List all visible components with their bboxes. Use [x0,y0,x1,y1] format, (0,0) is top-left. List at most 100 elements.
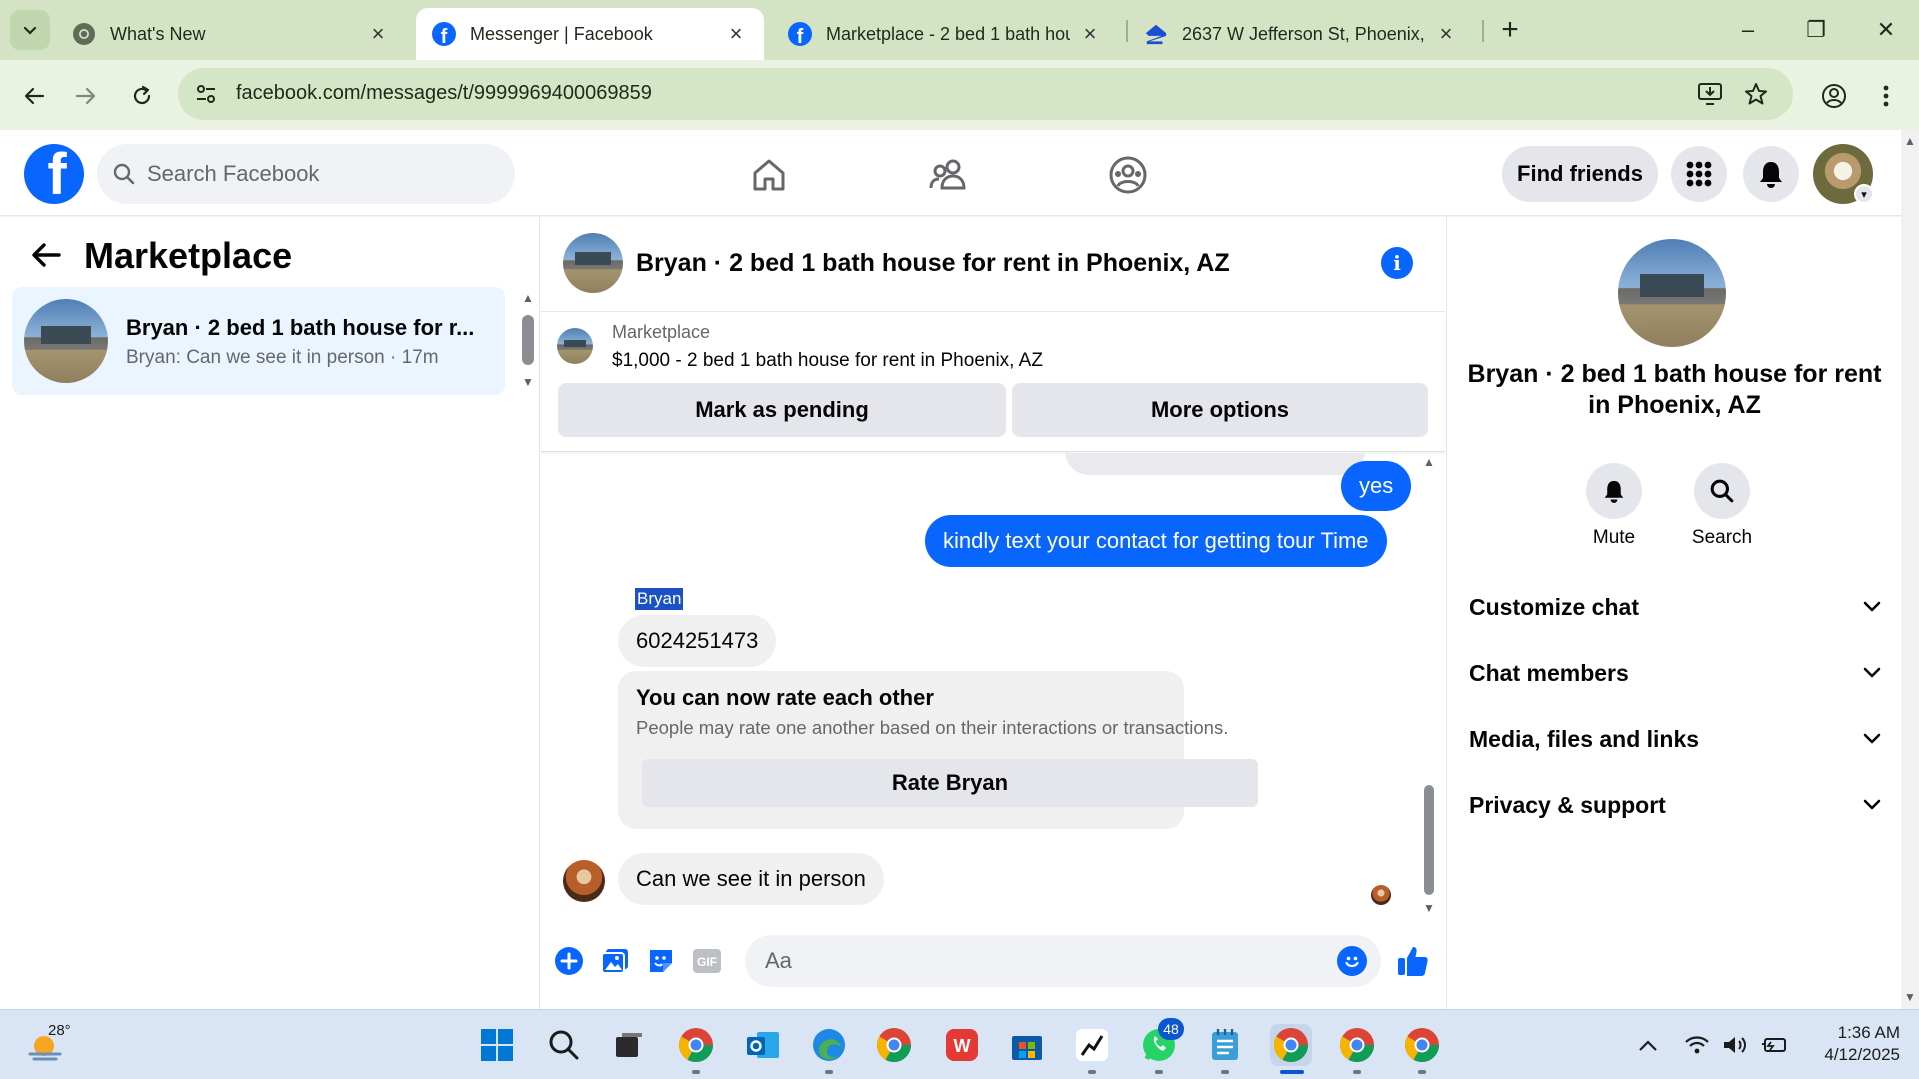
start-windows-icon[interactable] [476,1024,518,1066]
message-bubble-outgoing: yes [1341,461,1412,511]
gif-icon[interactable]: GIF [691,945,723,977]
bookmark-star-icon[interactable] [1742,80,1770,108]
privacy-support-section[interactable]: Privacy & support [1469,785,1881,825]
close-tab-icon[interactable]: × [366,21,390,46]
volume-icon[interactable] [1722,1032,1748,1058]
like-thumbs-up-icon[interactable] [1393,941,1433,981]
search-in-chat-button[interactable]: Search [1677,463,1767,549]
conversation-title[interactable]: Bryan · 2 bed 1 bath house for rent in P… [636,249,1230,278]
address-bar[interactable]: facebook.com/messages/t/9999969400069859 [178,68,1793,120]
task-view-icon[interactable] [608,1024,650,1066]
site-settings-icon[interactable] [194,82,218,106]
wps-office-icon[interactable]: W [941,1024,983,1066]
find-friends-button[interactable]: Find friends [1502,146,1658,202]
chat-members-section[interactable]: Chat members [1469,653,1881,693]
tab-zillow[interactable]: 2637 W Jefferson St, Phoenix, A × [1128,8,1474,60]
sender-avatar[interactable] [563,860,605,902]
add-attachment-icon[interactable] [553,945,585,977]
message-bubble-incoming: Can we see it in person [618,853,884,905]
back-button[interactable] [14,76,54,116]
restore-button[interactable]: ❐ [1788,10,1844,50]
scroll-down-arrow-icon[interactable]: ▼ [1902,990,1918,1004]
wifi-icon[interactable] [1684,1032,1710,1058]
friends-nav-button[interactable] [923,150,973,200]
scroll-down-arrow-icon[interactable]: ▼ [520,375,536,389]
message-input[interactable]: Aa [745,935,1381,987]
reload-button[interactable] [122,76,162,116]
photo-icon[interactable] [599,945,631,977]
sticker-icon[interactable] [645,945,677,977]
show-hidden-icons-chevron-up-icon[interactable] [1638,1032,1658,1058]
scroll-down-arrow-icon[interactable]: ▼ [1421,901,1437,915]
notifications-button[interactable] [1743,146,1799,202]
menu-button[interactable] [1671,146,1727,202]
scroll-up-arrow-icon[interactable]: ▲ [1421,455,1437,469]
listing-thumbnail[interactable] [557,328,593,364]
profile-button[interactable] [1814,76,1854,116]
search-icon[interactable] [543,1024,585,1066]
search-icon [1694,463,1750,519]
chrome-icon[interactable] [873,1024,915,1066]
browser-menu-button[interactable] [1866,76,1906,116]
search-icon [113,163,135,185]
clock-time: 1:36 AM [1837,1023,1900,1042]
media-files-links-section[interactable]: Media, files and links [1469,719,1881,759]
tab-messenger[interactable]: f Messenger | Facebook × [416,8,764,60]
groups-nav-button[interactable] [1103,150,1153,200]
chevron-down-icon[interactable]: ▾ [1854,184,1874,204]
rate-card-subtitle: People may rate one another based on the… [636,717,1229,738]
stock-app-icon[interactable] [1071,1024,1113,1066]
system-clock[interactable]: 1:36 AM 4/12/2025 [1800,1022,1900,1066]
scroll-up-arrow-icon[interactable]: ▲ [1902,134,1918,148]
facebook-logo-icon[interactable]: f [24,144,84,204]
search-input[interactable]: Search Facebook [97,144,515,204]
running-indicator [825,1070,833,1074]
message-scrollbar[interactable] [1424,785,1434,895]
tab-whats-new[interactable]: What's New × [56,8,406,60]
chrome-profile-icon[interactable] [1336,1024,1378,1066]
tab-search-button[interactable] [10,10,50,50]
mute-button[interactable]: Mute [1569,463,1659,549]
edge-icon[interactable] [808,1024,850,1066]
home-nav-button[interactable] [744,150,794,200]
forward-button[interactable] [66,76,106,116]
scroll-up-arrow-icon[interactable]: ▲ [520,291,536,305]
close-tab-icon[interactable]: × [1078,21,1102,46]
notepad-icon[interactable] [1204,1024,1246,1066]
rate-bryan-button[interactable]: Rate Bryan [642,759,1258,807]
close-tab-icon[interactable]: × [1434,21,1458,46]
grid-menu-icon [1686,161,1712,187]
new-tab-button[interactable]: + [1494,13,1526,46]
browser-tab-strip: What's New × f Messenger | Facebook × f … [0,0,1919,60]
conversation-avatar[interactable] [563,233,623,293]
minimize-button[interactable]: – [1720,10,1776,50]
more-options-button[interactable]: More options [1012,383,1428,437]
page-scrollbar[interactable]: ▲ ▼ [1901,130,1919,1009]
install-app-icon[interactable] [1696,80,1724,108]
details-avatar[interactable] [1618,239,1726,347]
chrome-profile-icon[interactable] [675,1024,717,1066]
chat-list-item[interactable]: Bryan · 2 bed 1 bath house for r... Brya… [12,287,505,395]
listing-avatar [24,299,108,383]
battery-icon[interactable] [1760,1032,1788,1058]
outlook-icon[interactable] [742,1024,784,1066]
info-icon[interactable]: i [1381,247,1413,279]
mark-as-pending-button[interactable]: Mark as pending [558,383,1006,437]
chevron-down-icon [1863,601,1881,612]
chrome-profile-icon[interactable] [1401,1024,1443,1066]
back-arrow-icon[interactable] [28,237,64,273]
close-window-button[interactable]: ✕ [1858,10,1914,50]
running-indicator [692,1070,700,1074]
close-tab-icon[interactable]: × [724,21,748,46]
tab-title: Messenger | Facebook [470,23,653,44]
chevron-down-icon [1863,799,1881,810]
chat-details-pane: Bryan · 2 bed 1 bath house for rent in P… [1446,217,1901,1009]
tab-marketplace[interactable]: f Marketplace - 2 bed 1 bath hou × [772,8,1118,60]
chat-list-scrollbar[interactable] [522,315,534,365]
listing-title[interactable]: $1,000 - 2 bed 1 bath house for rent in … [612,350,1043,372]
emoji-icon[interactable] [1337,946,1367,976]
chrome-active-icon[interactable] [1270,1024,1312,1066]
customize-chat-section[interactable]: Customize chat [1469,587,1881,627]
mute-label: Mute [1592,527,1636,548]
microsoft-store-icon[interactable] [1006,1024,1048,1066]
